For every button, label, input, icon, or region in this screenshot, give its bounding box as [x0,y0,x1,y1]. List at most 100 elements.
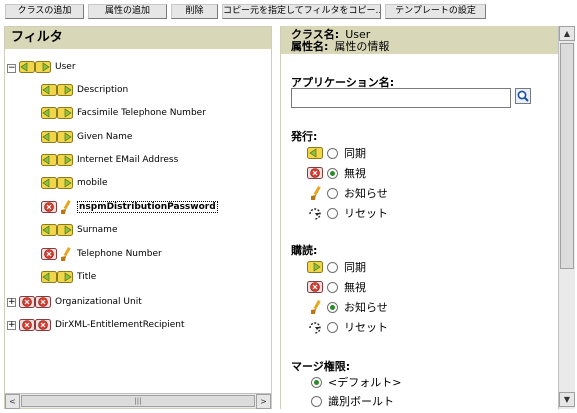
radio-button-selected[interactable] [327,167,338,179]
tree-node-email[interactable]: Internet EMail Address [41,150,178,170]
radio-button[interactable] [327,207,338,219]
sync-both-icon [19,59,51,75]
attribute-name-row: 属性名: 属性の情報 [291,41,558,53]
subscribe-option-sync[interactable]: 同期 [307,258,366,276]
add-class-button[interactable]: クラスの追加 [5,4,84,19]
vertical-scrollbar[interactable]: ▲ ▼ [558,26,575,409]
details-header: クラス名: User 属性名: 属性の情報 [281,26,558,54]
sync-subscribe-icon [307,261,323,273]
tree-node-nspm-distribution-password[interactable]: nspmDistributionPassword [41,197,218,217]
sync-both-icon [41,269,73,285]
radio-button[interactable] [327,261,338,273]
ignore-icon [307,281,323,293]
merge-authority-title: マージ権限: [291,360,351,373]
subscribe-option-notify[interactable]: お知らせ [307,298,388,316]
merge-option-default[interactable]: <デフォルト> [311,373,401,391]
radio-button[interactable] [327,187,338,199]
toolbar: クラスの追加 属性の追加 削除 コピー元を指定してフィルタをコピー... テンプ… [0,0,577,22]
sync-both-icon [41,105,73,121]
publish-option-notify[interactable]: お知らせ [307,184,388,202]
publish-title: 発行: [291,130,318,143]
tree-node-label: Given Name [77,132,133,142]
radio-button-selected[interactable] [311,376,322,388]
scroll-left-button[interactable]: < [5,394,20,409]
template-settings-button[interactable]: テンプレートの設定 [385,4,486,19]
tree-node-label: Facsimile Telephone Number [77,108,206,118]
filter-tree: − User Description Facsimile Telephone N… [5,49,271,393]
delete-button[interactable]: 削除 [171,4,218,19]
ignore-both-icon [19,317,51,333]
sync-both-icon [41,152,73,168]
sync-both-icon [41,175,73,191]
tree-node-label: Internet EMail Address [77,155,179,165]
scroll-right-button[interactable]: > [256,394,271,409]
option-label: <デフォルト> [328,376,402,389]
subscribe-title: 購読: [291,244,318,257]
magnifier-icon [517,90,529,102]
tree-node-label: Organizational Unit [55,297,142,307]
tree-node-label: DirXML-EntitlementRecipient [55,320,185,330]
collapse-user-expander[interactable]: − [7,64,16,73]
filter-panel: フィルタ − User Description Facsimile Teleph… [4,26,272,409]
option-label: 同期 [344,147,366,160]
tree-node-user[interactable]: User [19,57,76,77]
tree-node-description[interactable]: Description [41,80,128,100]
horizontal-scrollbar[interactable]: < ||| > [5,393,271,409]
tree-node-given-name[interactable]: Given Name [41,127,132,147]
merge-option-identity-vault[interactable]: 識別ボールト [311,392,394,409]
horizontal-scroll-thumb[interactable]: ||| [21,395,255,407]
attribute-name-value: 属性の情報 [334,40,390,53]
application-name-input[interactable] [291,88,511,108]
radio-button[interactable] [327,281,338,293]
radio-button[interactable] [327,147,338,159]
option-label: 無視 [344,167,366,180]
add-attribute-button[interactable]: 属性の追加 [88,4,167,19]
subscribe-option-reset[interactable]: リセット [307,318,388,336]
radio-button[interactable] [327,321,338,333]
tree-node-facsimile[interactable]: Facsimile Telephone Number [41,103,206,123]
ignore-both-icon [19,294,51,310]
sync-both-icon [41,129,73,145]
scroll-up-button[interactable]: ▲ [559,26,575,41]
tree-node-telephone-number[interactable]: Telephone Number [41,244,162,264]
publish-option-ignore[interactable]: 無視 [307,164,366,182]
notify-icon [311,300,321,314]
radio-button[interactable] [311,395,322,407]
sync-both-icon [41,82,73,98]
tree-node-label: Surname [77,225,118,235]
ignore-notify-icon [41,199,73,215]
tree-node-title[interactable]: Title [41,267,96,287]
vertical-scroll-thumb[interactable] [560,43,574,269]
scroll-down-button[interactable]: ▼ [559,392,575,407]
filter-panel-title: フィルタ [5,27,271,49]
attribute-name-label: 属性名: [291,40,329,53]
publish-option-sync[interactable]: 同期 [307,144,366,162]
subscribe-option-ignore[interactable]: 無視 [307,278,366,296]
option-label: リセット [344,321,388,334]
sync-publish-icon [307,147,323,159]
option-label: 無視 [344,281,366,294]
tree-node-label: Description [77,85,129,95]
expand-entitlement-recipient-expander[interactable]: + [7,321,16,330]
ignore-icon [307,167,323,179]
tree-node-entitlement-recipient[interactable]: DirXML-EntitlementRecipient [19,315,185,335]
option-label: お知らせ [344,301,388,314]
notify-icon [311,186,321,200]
radio-button-selected[interactable] [327,301,338,313]
reset-icon [309,208,321,220]
tree-node-organizational-unit[interactable]: Organizational Unit [19,292,142,312]
reset-icon [309,322,321,334]
tree-node-label: User [55,62,76,72]
option-label: 識別ボールト [328,395,394,408]
tree-node-label: Title [77,272,97,282]
tree-node-mobile[interactable]: mobile [41,173,108,193]
tree-node-surname[interactable]: Surname [41,220,117,240]
sync-both-icon [41,222,73,238]
option-label: リセット [344,207,388,220]
browse-button[interactable] [515,88,531,104]
expand-organizational-unit-expander[interactable]: + [7,298,16,307]
publish-option-reset[interactable]: リセット [307,204,388,222]
copy-filter-button[interactable]: コピー元を指定してフィルタをコピー... [222,4,381,19]
attribute-details-panel: クラス名: User 属性名: 属性の情報 アプリケーション名: 発行: 同期 無視… [280,26,558,409]
option-label: 同期 [344,261,366,274]
